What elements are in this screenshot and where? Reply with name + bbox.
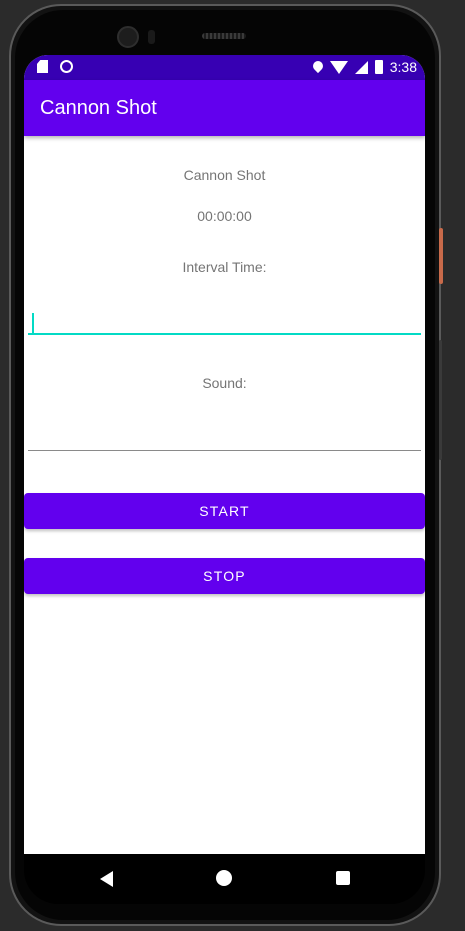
location-icon xyxy=(310,58,325,74)
recents-icon[interactable] xyxy=(336,871,350,885)
cell-signal-icon xyxy=(354,60,368,74)
app-bar: Cannon Shot xyxy=(24,80,425,136)
start-button[interactable]: START xyxy=(24,493,425,529)
battery-icon xyxy=(374,60,383,74)
sensor xyxy=(148,30,155,44)
status-bar: 3:38 xyxy=(24,55,425,80)
status-system-icons: 3:38 xyxy=(310,58,417,75)
back-icon[interactable] xyxy=(100,871,113,887)
status-time: 3:38 xyxy=(389,59,417,75)
sd-card-icon xyxy=(37,60,48,73)
home-icon[interactable] xyxy=(216,870,232,886)
status-notifications xyxy=(37,60,73,73)
text-cursor xyxy=(32,313,34,335)
timer-display: 00:00:00 xyxy=(197,208,252,224)
earpiece-speaker xyxy=(202,33,246,39)
sound-label: Sound: xyxy=(202,375,247,391)
volume-rocker[interactable] xyxy=(439,340,442,460)
interval-time-input[interactable] xyxy=(28,305,421,335)
front-camera xyxy=(117,26,139,48)
app-screen: 3:38 Cannon Shot Cannon Shot 00:00:00 In… xyxy=(24,55,425,855)
power-button[interactable] xyxy=(439,228,443,284)
navigation-bar xyxy=(24,854,425,904)
sound-input[interactable] xyxy=(28,421,421,451)
stop-button[interactable]: STOP xyxy=(24,558,425,594)
interval-input-underline xyxy=(28,333,421,335)
app-title: Cannon Shot xyxy=(40,97,157,119)
sound-input-underline xyxy=(28,450,421,451)
page-heading: Cannon Shot xyxy=(183,167,266,183)
interval-time-label: Interval Time: xyxy=(182,259,267,275)
wifi-icon xyxy=(329,60,348,74)
sync-circle-icon xyxy=(60,60,73,73)
